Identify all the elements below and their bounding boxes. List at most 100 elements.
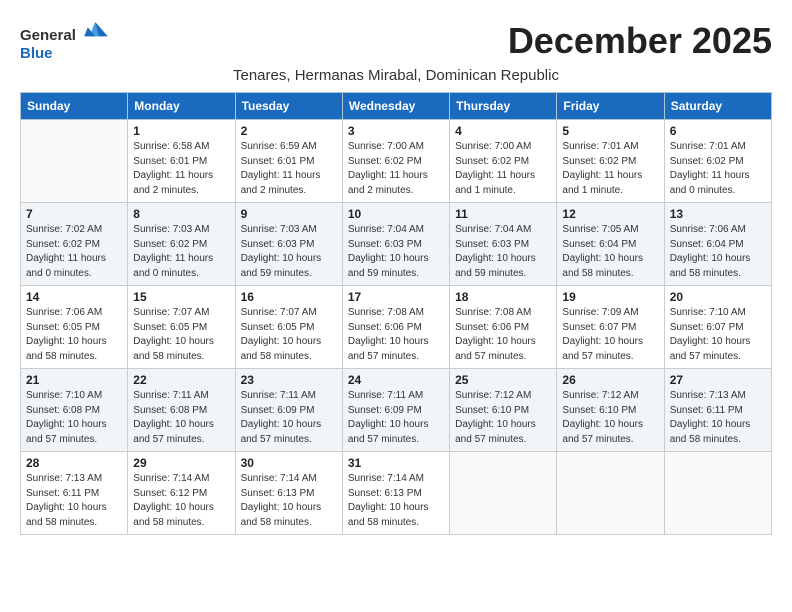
calendar-subtitle: Tenares, Hermanas Mirabal, Dominican Rep…: [20, 67, 772, 84]
day-info: Sunrise: 7:09 AMSunset: 6:07 PMDaylight:…: [562, 306, 658, 364]
calendar-cell: 22Sunrise: 7:11 AMSunset: 6:08 PMDayligh…: [128, 369, 235, 452]
calendar-cell: [21, 120, 128, 203]
day-number: 17: [348, 290, 444, 304]
calendar-cell: 3 Sunrise: 7:00 AMSunset: 6:02 PMDaylight…: [342, 120, 449, 203]
logo-general: General: [20, 27, 76, 44]
day-info: Sunrise: 7:03 AMSunset: 6:02 PMDaylight:…: [133, 223, 229, 281]
day-info: Sunrise: 7:00 AMSunset: 6:02 PMDaylight:…: [455, 140, 551, 198]
day-info: Sunrise: 7:04 AMSunset: 6:03 PMDaylight:…: [348, 223, 444, 281]
calendar-cell: 6 Sunrise: 7:01 AMSunset: 6:02 PMDaylight…: [664, 120, 771, 203]
calendar-cell: 1 Sunrise: 6:58 AMSunset: 6:01 PMDaylight…: [128, 120, 235, 203]
day-info: Sunrise: 6:58 AMSunset: 6:01 PMDaylight:…: [133, 140, 229, 198]
calendar-weekday-wednesday: Wednesday: [342, 93, 449, 120]
page-header: General Blue December 2025: [20, 20, 772, 63]
day-info: Sunrise: 7:07 AMSunset: 6:05 PMDaylight:…: [241, 306, 337, 364]
day-number: 16: [241, 290, 337, 304]
day-info: Sunrise: 7:04 AMSunset: 6:03 PMDaylight:…: [455, 223, 551, 281]
logo-blue: Blue: [20, 45, 53, 62]
day-number: 31: [348, 456, 444, 470]
day-number: 15: [133, 290, 229, 304]
calendar-cell: 13 Sunrise: 7:06 AMSunset: 6:04 PMDayligh…: [664, 203, 771, 286]
day-info: Sunrise: 7:14 AMSunset: 6:13 PMDaylight:…: [348, 472, 444, 530]
day-number: 1: [133, 124, 229, 138]
calendar-weekday-thursday: Thursday: [450, 93, 557, 120]
month-title: December 2025: [508, 20, 772, 62]
day-number: 7: [26, 207, 122, 221]
day-info: Sunrise: 7:11 AMSunset: 6:08 PMDaylight:…: [133, 389, 229, 447]
day-number: 29: [133, 456, 229, 470]
day-info: Sunrise: 7:10 AMSunset: 6:07 PMDaylight:…: [670, 306, 766, 364]
calendar-cell: 11 Sunrise: 7:04 AMSunset: 6:03 PMDayligh…: [450, 203, 557, 286]
calendar-weekday-monday: Monday: [128, 93, 235, 120]
day-info: Sunrise: 7:08 AMSunset: 6:06 PMDaylight:…: [348, 306, 444, 364]
calendar-cell: 17 Sunrise: 7:08 AMSunset: 6:06 PMDayligh…: [342, 286, 449, 369]
calendar-week-row: 7 Sunrise: 7:02 AMSunset: 6:02 PMDaylight…: [21, 203, 772, 286]
calendar-cell: 26 Sunrise: 7:12 AMSunset: 6:10 PMDayligh…: [557, 369, 664, 452]
day-number: 25: [455, 373, 551, 387]
calendar-cell: 25 Sunrise: 7:12 AMSunset: 6:10 PMDayligh…: [450, 369, 557, 452]
day-number: 27: [670, 373, 766, 387]
calendar-body: 1 Sunrise: 6:58 AMSunset: 6:01 PMDaylight…: [21, 120, 772, 535]
calendar-cell: 29 Sunrise: 7:14 AMSunset: 6:12 PMDayligh…: [128, 452, 235, 535]
calendar-cell: [664, 452, 771, 535]
calendar-cell: 28Sunrise: 7:13 AMSunset: 6:11 PMDayligh…: [21, 452, 128, 535]
day-info: Sunrise: 7:01 AMSunset: 6:02 PMDaylight:…: [670, 140, 766, 198]
calendar-cell: 27Sunrise: 7:13 AMSunset: 6:11 PMDayligh…: [664, 369, 771, 452]
calendar-cell: 20Sunrise: 7:10 AMSunset: 6:07 PMDayligh…: [664, 286, 771, 369]
day-info: Sunrise: 7:14 AMSunset: 6:12 PMDaylight:…: [133, 472, 229, 530]
calendar-week-row: 21 Sunrise: 7:10 AMSunset: 6:08 PMDayligh…: [21, 369, 772, 452]
day-number: 9: [241, 207, 337, 221]
calendar-table: SundayMondayTuesdayWednesdayThursdayFrid…: [20, 92, 772, 535]
calendar-cell: [557, 452, 664, 535]
day-number: 28: [26, 456, 122, 470]
day-info: Sunrise: 7:03 AMSunset: 6:03 PMDaylight:…: [241, 223, 337, 281]
day-number: 19: [562, 290, 658, 304]
day-info: Sunrise: 7:12 AMSunset: 6:10 PMDaylight:…: [455, 389, 551, 447]
calendar-cell: 12Sunrise: 7:05 AMSunset: 6:04 PMDayligh…: [557, 203, 664, 286]
calendar-cell: 31 Sunrise: 7:14 AMSunset: 6:13 PMDayligh…: [342, 452, 449, 535]
day-info: Sunrise: 7:08 AMSunset: 6:06 PMDaylight:…: [455, 306, 551, 364]
calendar-cell: 16 Sunrise: 7:07 AMSunset: 6:05 PMDayligh…: [235, 286, 342, 369]
day-info: Sunrise: 7:07 AMSunset: 6:05 PMDaylight:…: [133, 306, 229, 364]
day-info: Sunrise: 7:11 AMSunset: 6:09 PMDaylight:…: [348, 389, 444, 447]
logo: General Blue: [20, 20, 110, 63]
day-info: Sunrise: 7:06 AMSunset: 6:04 PMDaylight:…: [670, 223, 766, 281]
day-number: 3: [348, 124, 444, 138]
day-number: 10: [348, 207, 444, 221]
day-info: Sunrise: 7:02 AMSunset: 6:02 PMDaylight:…: [26, 223, 122, 281]
calendar-cell: 7 Sunrise: 7:02 AMSunset: 6:02 PMDaylight…: [21, 203, 128, 286]
calendar-cell: 4Sunrise: 7:00 AMSunset: 6:02 PMDaylight…: [450, 120, 557, 203]
logo-icon: [82, 20, 110, 40]
day-number: 26: [562, 373, 658, 387]
calendar-week-row: 28Sunrise: 7:13 AMSunset: 6:11 PMDayligh…: [21, 452, 772, 535]
day-info: Sunrise: 7:01 AMSunset: 6:02 PMDaylight:…: [562, 140, 658, 198]
day-info: Sunrise: 7:00 AMSunset: 6:02 PMDaylight:…: [348, 140, 444, 198]
day-info: Sunrise: 7:11 AMSunset: 6:09 PMDaylight:…: [241, 389, 337, 447]
day-number: 11: [455, 207, 551, 221]
day-info: Sunrise: 7:10 AMSunset: 6:08 PMDaylight:…: [26, 389, 122, 447]
day-info: Sunrise: 7:06 AMSunset: 6:05 PMDaylight:…: [26, 306, 122, 364]
calendar-weekday-friday: Friday: [557, 93, 664, 120]
day-number: 18: [455, 290, 551, 304]
day-number: 21: [26, 373, 122, 387]
calendar-weekday-tuesday: Tuesday: [235, 93, 342, 120]
calendar-cell: 23 Sunrise: 7:11 AMSunset: 6:09 PMDayligh…: [235, 369, 342, 452]
day-number: 6: [670, 124, 766, 138]
calendar-cell: 14 Sunrise: 7:06 AMSunset: 6:05 PMDayligh…: [21, 286, 128, 369]
day-number: 24: [348, 373, 444, 387]
calendar-weekday-sunday: Sunday: [21, 93, 128, 120]
calendar-cell: 8 Sunrise: 7:03 AMSunset: 6:02 PMDaylight…: [128, 203, 235, 286]
calendar-week-row: 14 Sunrise: 7:06 AMSunset: 6:05 PMDayligh…: [21, 286, 772, 369]
logo-text: General Blue: [20, 20, 110, 63]
day-number: 8: [133, 207, 229, 221]
calendar-cell: 21 Sunrise: 7:10 AMSunset: 6:08 PMDayligh…: [21, 369, 128, 452]
calendar-week-row: 1 Sunrise: 6:58 AMSunset: 6:01 PMDaylight…: [21, 120, 772, 203]
day-number: 23: [241, 373, 337, 387]
day-number: 13: [670, 207, 766, 221]
calendar-cell: 24 Sunrise: 7:11 AMSunset: 6:09 PMDayligh…: [342, 369, 449, 452]
day-number: 2: [241, 124, 337, 138]
calendar-weekday-saturday: Saturday: [664, 93, 771, 120]
day-info: Sunrise: 6:59 AMSunset: 6:01 PMDaylight:…: [241, 140, 337, 198]
day-info: Sunrise: 7:12 AMSunset: 6:10 PMDaylight:…: [562, 389, 658, 447]
day-number: 14: [26, 290, 122, 304]
